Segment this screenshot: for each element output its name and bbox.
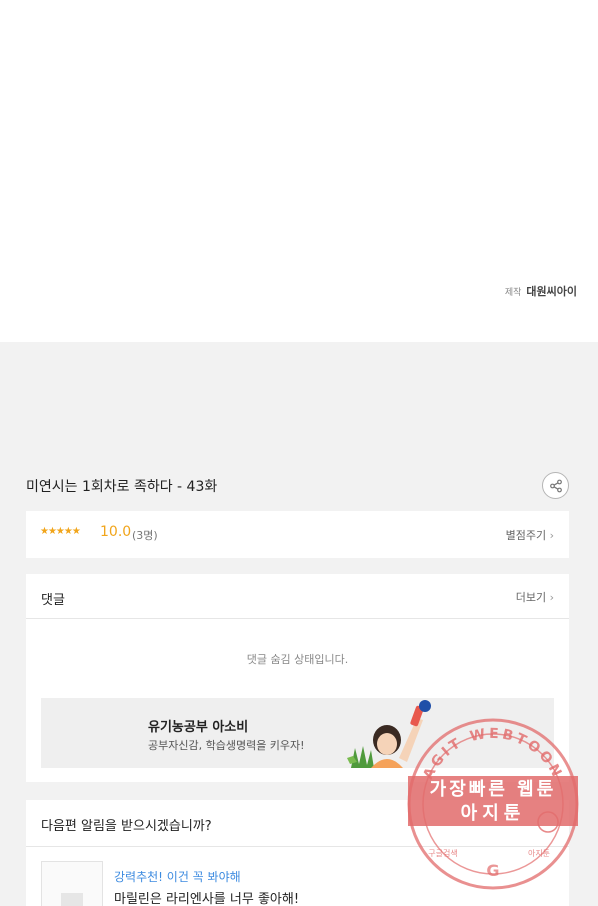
rate-button[interactable]: 별점주기 › [506,527,554,543]
comment-more-button[interactable]: 더보기 › [516,589,554,605]
recommend-thumbnail[interactable] [41,861,103,906]
more-label: 더보기 [515,591,547,604]
share-button[interactable] [542,472,569,499]
notification-question: 다음편 알림을 받으시겠습니까? [41,819,212,834]
notification-card: 다음편 알림을 받으시겠습니까? 강력추천! 이건 꼭 봐야해 마릴린은 라리엔… [26,800,569,906]
share-icon [549,479,562,492]
rating-count: (3명) [132,529,158,542]
ad-title: 유기농공부 아소비 [148,720,249,735]
ad-child-illustration [347,700,431,768]
stamp-line1: 가장빠른 웹툰 [430,779,557,800]
ad-subtitle: 공부자신감, 학습생명력을 키우자! [148,739,305,752]
episode-title: 미연시는 1회차로 족하다 - 43화 [26,479,218,495]
comment-hidden-message: 댓글 숨김 상태입니다. [246,653,349,666]
chevron-right-icon: › [549,591,554,604]
credit-studio: 대원씨아이 [526,285,577,298]
chevron-right-icon: › [549,529,554,542]
recommend-title[interactable]: 마릴린은 라리엔사를 너무 좋아해! [114,888,299,906]
credit-label: 제작 [504,288,522,298]
viewer-bottom-area: 제작 대원씨아이 [0,0,598,342]
comment-header: 댓글 더보기 › [26,574,569,619]
production-credit: 제작 대원씨아이 [505,283,577,299]
recommend-heading[interactable]: 강력추천! 이건 꼭 봐야해 [114,868,241,885]
rate-button-label: 별점주기 [505,529,547,542]
star-rating-icon: ★★★★★ [40,526,81,537]
rating-card: ★★★★★ 10.0 (3명) 별점주기 › [26,511,569,558]
divider [26,846,569,847]
comment-section: 댓글 더보기 › 댓글 숨김 상태입니다. 유기농공부 아소비 공부자신감, 학… [26,574,569,782]
ad-banner[interactable]: 유기농공부 아소비 공부자신감, 학습생명력을 키우자! [41,698,554,768]
rating-score: 10.0 [100,524,132,540]
thumbnail-placeholder-icon [61,893,83,906]
comment-title: 댓글 [41,593,65,608]
